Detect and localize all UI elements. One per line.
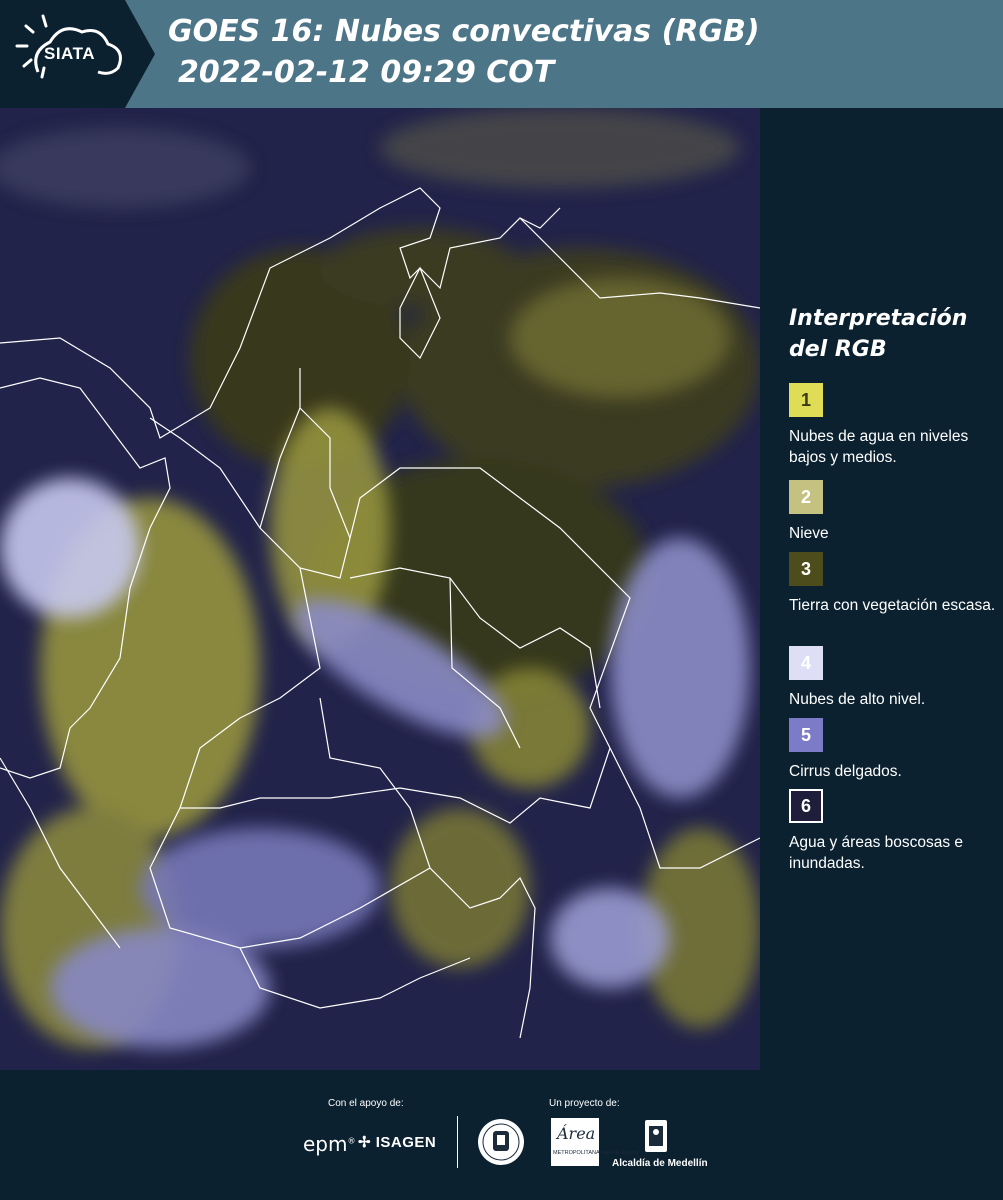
medellin-seal-logo[interactable] bbox=[477, 1118, 525, 1171]
legend-swatch-3: 3 bbox=[789, 552, 823, 586]
legend-label-5: Cirrus delgados. bbox=[789, 763, 902, 780]
legend-label-4: Nubes de alto nivel. bbox=[789, 691, 926, 708]
page-title: GOES 16: Nubes convectivas (RGB) bbox=[168, 14, 760, 49]
legend-item-5: 5 Cirrus delgados. bbox=[789, 718, 999, 782]
alcaldia-shield-icon[interactable] bbox=[643, 1118, 669, 1159]
seal-icon bbox=[478, 1119, 524, 1165]
epm-logo[interactable]: epm® bbox=[303, 1132, 355, 1156]
satellite-image bbox=[0, 108, 760, 1070]
legend-label-3: Tierra con vegetación escasa. bbox=[789, 597, 996, 614]
legend-swatch-4: 4 bbox=[789, 646, 823, 680]
legend-item-6: 6 Agua y áreas boscosas e inundadas. bbox=[789, 789, 999, 874]
isagen-star-icon: ✢ bbox=[358, 1134, 376, 1151]
legend-item-3: 3 Tierra con vegetación escasa. bbox=[789, 552, 999, 616]
epm-logo-text: epm bbox=[303, 1132, 348, 1156]
legend-item-1: 1 Nubes de agua en niveles bajos y medio… bbox=[789, 383, 999, 468]
shield-icon bbox=[645, 1120, 667, 1152]
siata-logo[interactable]: SIATA bbox=[0, 0, 155, 108]
registered-icon: ® bbox=[347, 1136, 356, 1146]
legend-item-4: 4 Nubes de alto nivel. bbox=[789, 646, 999, 710]
alcaldia-logo-text: Alcaldía de Medellín bbox=[612, 1158, 708, 1169]
area-metropolitana-logo[interactable]: Área METROPOLITANA Valle de Aburrá bbox=[551, 1118, 638, 1166]
isagen-logo[interactable]: ✢ ISAGEN bbox=[358, 1133, 436, 1151]
area-logo-sub: METROPOLITANA Valle de Aburrá bbox=[553, 1150, 639, 1156]
legend-swatch-2: 2 bbox=[789, 480, 823, 514]
isagen-logo-text: ISAGEN bbox=[375, 1134, 437, 1151]
siata-logo-text: SIATA bbox=[44, 44, 95, 63]
page-timestamp: 2022-02-12 09:29 COT bbox=[178, 55, 555, 90]
legend-item-2: 2 Nieve bbox=[789, 480, 999, 544]
footer-divider bbox=[457, 1116, 458, 1168]
legend-label-1: Nubes de agua en niveles bajos y medios. bbox=[789, 428, 969, 466]
footer-bar: Con el apoyo de: Un proyecto de: epm® ✢ … bbox=[0, 1070, 1003, 1200]
header-bar: SIATA GOES 16: Nubes convectivas (RGB) 2… bbox=[0, 0, 1003, 108]
support-caption: Con el apoyo de: bbox=[328, 1098, 404, 1109]
legend-title-line2: del RGB bbox=[789, 337, 887, 362]
legend-label-6: Agua y áreas boscosas e inundadas. bbox=[789, 834, 964, 872]
legend-swatch-5: 5 bbox=[789, 718, 823, 752]
legend-label-2: Nieve bbox=[789, 525, 829, 542]
project-caption: Un proyecto de: bbox=[549, 1098, 620, 1109]
legend-swatch-1: 1 bbox=[789, 383, 823, 417]
legend-title-line1: Interpretación bbox=[789, 306, 968, 331]
satellite-map[interactable] bbox=[0, 108, 760, 1070]
legend-swatch-6: 6 bbox=[789, 789, 823, 823]
area-logo-word: Área bbox=[557, 1124, 596, 1143]
legend-panel: Interpretación del RGB 1 Nubes de agua e… bbox=[760, 108, 1003, 1070]
legend-title: Interpretación del RGB bbox=[789, 303, 989, 365]
